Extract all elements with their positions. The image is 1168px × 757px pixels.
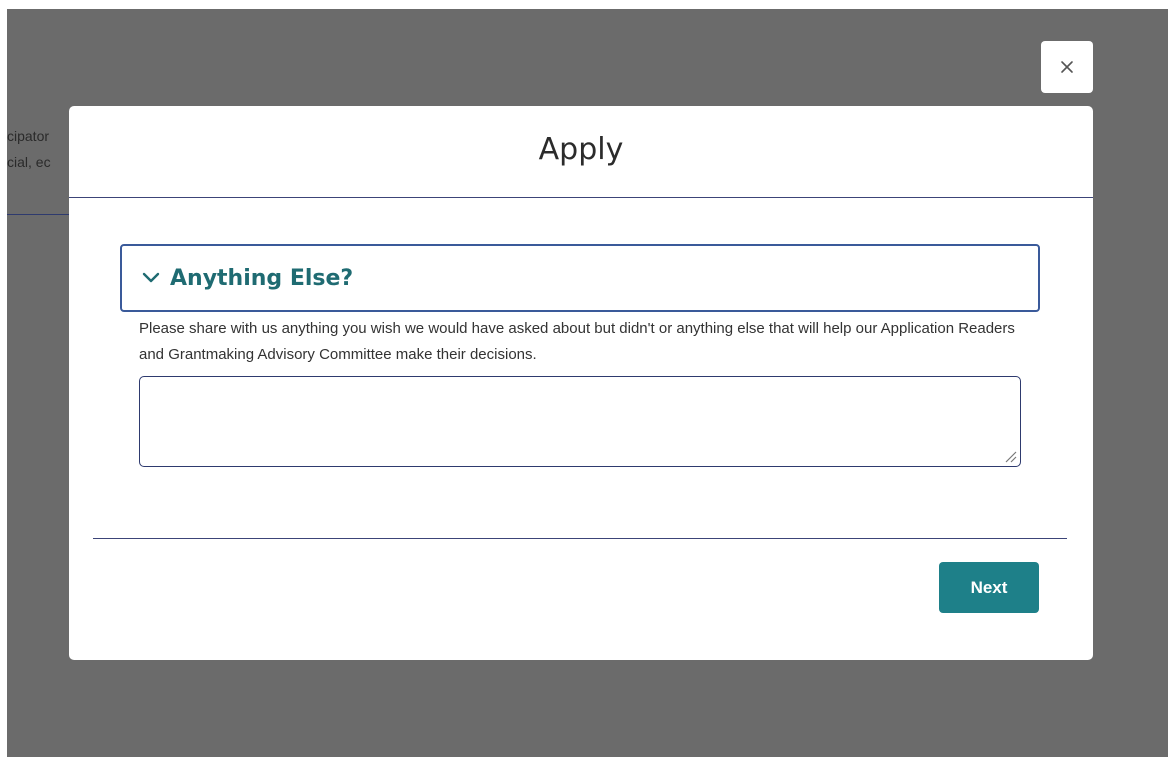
chevron-down-icon — [142, 272, 160, 283]
resize-handle-icon[interactable] — [1003, 449, 1017, 463]
modal-header: Apply — [69, 106, 1093, 198]
apply-modal: Apply Anything Else? Please share with u… — [69, 106, 1093, 660]
close-icon — [1061, 61, 1073, 73]
next-button[interactable]: Next — [939, 562, 1039, 613]
close-button[interactable] — [1041, 41, 1093, 93]
anything-else-textarea[interactable] — [139, 376, 1021, 467]
section-toggle-anything-else[interactable]: Anything Else? — [120, 244, 1040, 312]
section-title: Anything Else? — [170, 265, 354, 291]
field-help-text: Please share with us anything you wish w… — [139, 320, 1015, 363]
modal-title: Apply — [538, 132, 624, 167]
background-text-line: cial, ec — [7, 154, 51, 170]
background-divider — [7, 214, 77, 215]
background-text-line: cipator — [7, 128, 50, 144]
background-page-text: cipator cial, ec — [7, 123, 51, 175]
footer-divider — [93, 538, 1067, 539]
